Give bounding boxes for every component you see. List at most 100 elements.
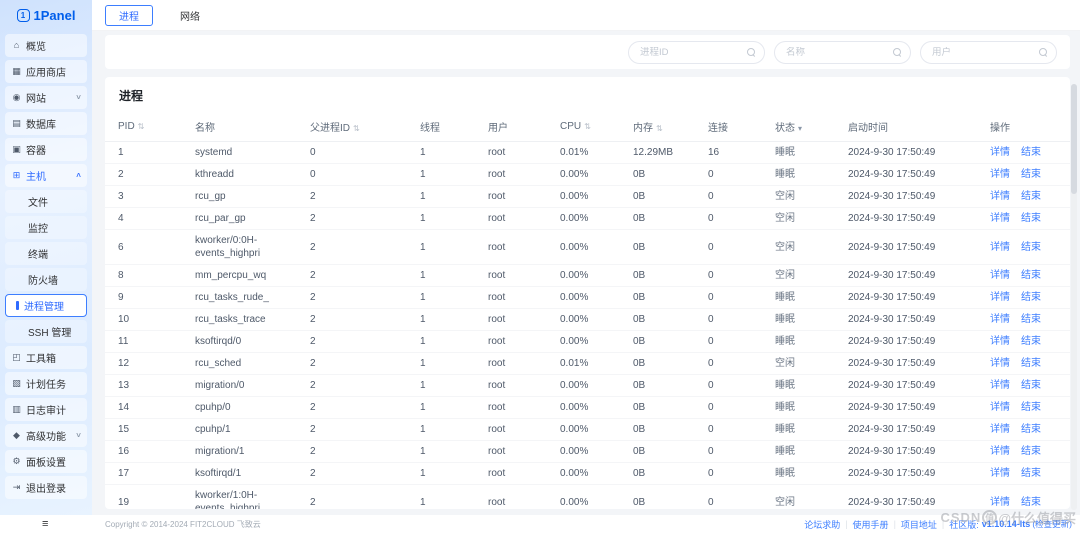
name-search-input[interactable] [786, 46, 893, 58]
cell-user: root [475, 264, 547, 287]
column-header-status[interactable]: 状态 ▾ [762, 113, 835, 142]
sidebar-item-logs[interactable]: ▥ 日志审计 [5, 397, 87, 421]
sidebar-item-settings[interactable]: ⚙ 面板设置 [5, 449, 87, 473]
footer-link[interactable]: 项目地址 [901, 518, 937, 531]
detail-link[interactable]: 详情 [990, 468, 1010, 479]
vertical-scrollbar[interactable] [1071, 84, 1077, 510]
sidebar-item-logout[interactable]: ⇥ 退出登录 [5, 475, 87, 499]
kill-link[interactable]: 结束 [1021, 497, 1041, 508]
process-row: 4 rcu_par_gp 2 1 root 0.00% 0B 0 空闲 2024-9-30 17:… [105, 207, 1070, 230]
cell-mem: 0B [620, 286, 695, 309]
column-label: 名称 [195, 123, 215, 134]
sidebar-collapse-button[interactable]: ≡ [0, 519, 92, 530]
user-search-input[interactable] [932, 46, 1039, 58]
detail-link[interactable]: 详情 [990, 314, 1010, 325]
kill-link[interactable]: 结束 [1021, 336, 1041, 347]
process-row: 13 migration/0 2 1 root 0.00% 0B 0 睡眠 2024-9-30 1… [105, 374, 1070, 397]
kill-link[interactable]: 结束 [1021, 191, 1041, 202]
cell-ppid: 0 [297, 141, 407, 164]
cell-name: kthreadd [182, 163, 297, 186]
kill-link[interactable]: 结束 [1021, 147, 1041, 158]
tab-process[interactable]: 进程 [105, 4, 153, 26]
sidebar-item-container[interactable]: ▣ 容器 [5, 137, 87, 161]
sidebar-item-label: 应用商店 [26, 67, 66, 79]
detail-link[interactable]: 详情 [990, 358, 1010, 369]
sidebar-item-appstore[interactable]: ▦ 应用商店 [5, 59, 87, 83]
cell-mem: 0B [620, 163, 695, 186]
detail-link[interactable]: 详情 [990, 191, 1010, 202]
detail-link[interactable]: 详情 [990, 147, 1010, 158]
kill-link[interactable]: 结束 [1021, 446, 1041, 457]
sidebar-item-files[interactable]: 文件 [5, 189, 87, 213]
column-header-mem[interactable]: 内存 ⇅ [620, 113, 695, 142]
host-icon: ⊞ [12, 169, 21, 180]
sidebar-item-ssh[interactable]: SSH 管理 [5, 319, 87, 343]
footer-link[interactable]: 使用手册 [853, 518, 889, 531]
pid-search-input[interactable] [640, 46, 747, 58]
cell-status: 睡眠 [762, 163, 835, 186]
cell-pid: 9 [105, 286, 182, 309]
sidebar-item-process[interactable]: 进程管理 [5, 293, 87, 317]
scrollbar-thumb[interactable] [1071, 84, 1077, 194]
cell-ppid: 2 [297, 396, 407, 419]
logs-icon: ▥ [12, 403, 21, 414]
cell-status: 空闲 [762, 484, 835, 509]
kill-link[interactable]: 结束 [1021, 169, 1041, 180]
detail-link[interactable]: 详情 [990, 292, 1010, 303]
cell-threads: 1 [407, 440, 475, 463]
sidebar-item-toolbox[interactable]: ◰ 工具箱 [5, 345, 87, 369]
sidebar-item-advanced[interactable]: ◆ 高级功能 ∨ [5, 423, 87, 447]
sidebar-item-monitor[interactable]: 监控 [5, 215, 87, 239]
sidebar-item-database[interactable]: ▤ 数据库 [5, 111, 87, 135]
detail-link[interactable]: 详情 [990, 336, 1010, 347]
kill-link[interactable]: 结束 [1021, 213, 1041, 224]
detail-link[interactable]: 详情 [990, 213, 1010, 224]
detail-link[interactable]: 详情 [990, 380, 1010, 391]
sidebar-item-firewall[interactable]: 防火墙 [5, 267, 87, 291]
sidebar-item-cronjob[interactable]: ▧ 计划任务 [5, 371, 87, 395]
tab-network[interactable]: 网络 [166, 5, 214, 26]
detail-link[interactable]: 详情 [990, 424, 1010, 435]
database-icon: ▤ [12, 117, 21, 128]
detail-link[interactable]: 详情 [990, 242, 1010, 253]
sidebar-item-host[interactable]: ⊞ 主机 ∧ [5, 163, 87, 187]
topbar: 进程 网络 [92, 0, 1080, 31]
kill-link[interactable]: 结束 [1021, 292, 1041, 303]
footer-link[interactable]: 论坛求助 [804, 518, 840, 531]
sidebar-item-overview[interactable]: ⌂ 概览 [5, 33, 87, 57]
detail-link[interactable]: 详情 [990, 270, 1010, 281]
process-row: 6 kworker/0:0H-events_highpri 2 1 root 0.00% 0… [105, 229, 1070, 265]
cell-name: cpuhp/0 [182, 396, 297, 419]
kill-link[interactable]: 结束 [1021, 242, 1041, 253]
kill-link[interactable]: 结束 [1021, 358, 1041, 369]
search-icon[interactable] [1039, 47, 1048, 57]
process-table-card: 进程 PID ⇅ 名称 父进程ID ⇅ 线程 用户 CPU ⇅ 内存 ⇅ 连接 状态 ▾ 启动时间 操作 1s… [105, 77, 1070, 509]
detail-link[interactable]: 详情 [990, 446, 1010, 457]
detail-link[interactable]: 详情 [990, 402, 1010, 413]
cell-status: 睡眠 [762, 396, 835, 419]
column-header-pid[interactable]: PID ⇅ [105, 113, 182, 142]
cell-start: 2024-9-30 17:50:49 [835, 207, 977, 230]
kill-link[interactable]: 结束 [1021, 424, 1041, 435]
detail-link[interactable]: 详情 [990, 497, 1010, 508]
cell-actions: 详情 结束 [977, 264, 1070, 287]
column-header-conn: 连接 [695, 113, 762, 142]
detail-link[interactable]: 详情 [990, 169, 1010, 180]
cell-ppid: 2 [297, 374, 407, 397]
cell-conn: 0 [695, 207, 762, 230]
cell-start: 2024-9-30 17:50:49 [835, 308, 977, 331]
kill-link[interactable]: 结束 [1021, 314, 1041, 325]
kill-link[interactable]: 结束 [1021, 270, 1041, 281]
chevron-down-icon: ∨ [75, 94, 82, 101]
check-update-link[interactable]: (检查更新) [1032, 518, 1072, 530]
kill-link[interactable]: 结束 [1021, 380, 1041, 391]
sidebar-item-website[interactable]: ◉ 网站 ∨ [5, 85, 87, 109]
column-header-ppid[interactable]: 父进程ID ⇅ [297, 113, 407, 142]
kill-link[interactable]: 结束 [1021, 468, 1041, 479]
search-icon[interactable] [747, 47, 756, 57]
column-header-cpu[interactable]: CPU ⇅ [547, 113, 620, 142]
sidebar-item-terminal[interactable]: 终端 [5, 241, 87, 265]
search-icon[interactable] [893, 47, 902, 57]
kill-link[interactable]: 结束 [1021, 402, 1041, 413]
table-body: 1 systemd 0 1 root 0.01% 12.29MB 16 睡眠 2024-9-30 … [105, 141, 1070, 509]
